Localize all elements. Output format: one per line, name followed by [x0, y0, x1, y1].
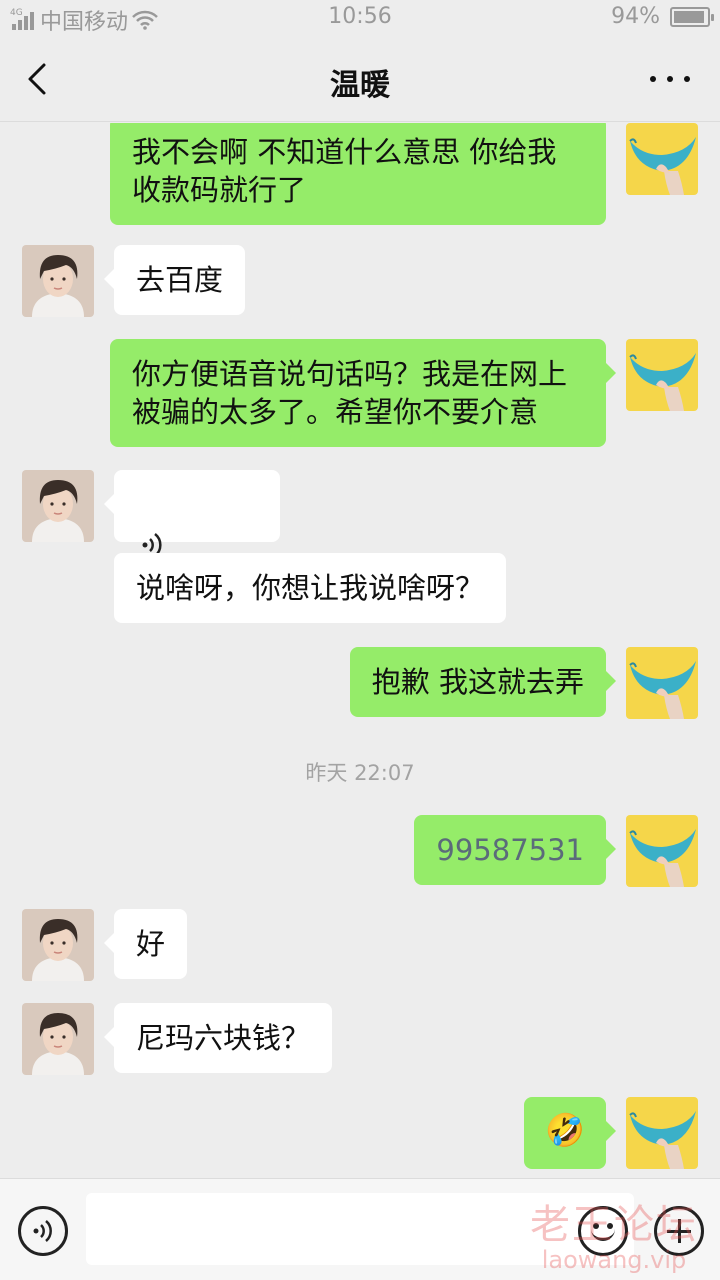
battery-icon	[670, 6, 714, 27]
message-bubble-outgoing[interactable]: 99587531	[414, 815, 616, 885]
status-bar: 4G 中国移动 10:56 94%	[0, 0, 720, 36]
message-list[interactable]: 我不会啊 不知道什么意思 你给我 收款码就行了 去百度 你方便语音说句话吗？我是…	[0, 123, 720, 1178]
voice-message-bubble[interactable]: 4"	[104, 470, 280, 595]
emoji-button[interactable]	[578, 1206, 628, 1256]
contact-avatar[interactable]	[22, 245, 94, 317]
self-avatar[interactable]	[626, 815, 698, 887]
voice-input-icon	[33, 1220, 52, 1242]
message-bubble-incoming[interactable]: 去百度	[103, 245, 246, 315]
input-bar	[0, 1178, 720, 1280]
more-options-button[interactable]	[650, 66, 690, 92]
message-input[interactable]	[86, 1193, 634, 1265]
message-bubble-outgoing[interactable]: 我不会啊 不知道什么意思 你给我 收款码就行了	[110, 123, 606, 225]
emoji-message-bubble[interactable]: 🤣	[524, 1097, 616, 1169]
contact-avatar[interactable]	[22, 470, 94, 542]
message-bubble-incoming[interactable]: 好	[103, 909, 188, 979]
back-button[interactable]	[22, 62, 54, 96]
timestamp-divider: 昨天 22:07	[305, 761, 415, 785]
battery-percent: 94%	[611, 4, 660, 29]
contact-avatar[interactable]	[22, 909, 94, 981]
self-avatar[interactable]	[626, 1097, 698, 1169]
more-dots-icon	[650, 76, 656, 82]
voice-input-button[interactable]	[18, 1206, 68, 1256]
more-functions-button[interactable]	[654, 1206, 704, 1256]
self-avatar[interactable]	[626, 339, 698, 411]
status-right: 94%	[611, 4, 714, 29]
message-bubble-outgoing[interactable]: 抱歉 我这就去弄	[349, 647, 617, 717]
self-avatar[interactable]	[626, 123, 698, 195]
chevron-left-icon	[28, 63, 46, 95]
self-avatar[interactable]	[626, 647, 698, 719]
message-bubble-incoming[interactable]: 尼玛六块钱？	[103, 1003, 333, 1073]
chat-title: 温暖	[330, 68, 390, 103]
message-bubble-incoming[interactable]: 说啥呀，你想让我说啥呀？	[114, 553, 507, 623]
message-bubble-outgoing[interactable]: 你方便语音说句话吗？我是在网上 被骗的太多了。希望你不要介意	[110, 339, 616, 447]
chat-header: 温暖	[0, 36, 720, 122]
contact-avatar[interactable]	[22, 1003, 94, 1075]
